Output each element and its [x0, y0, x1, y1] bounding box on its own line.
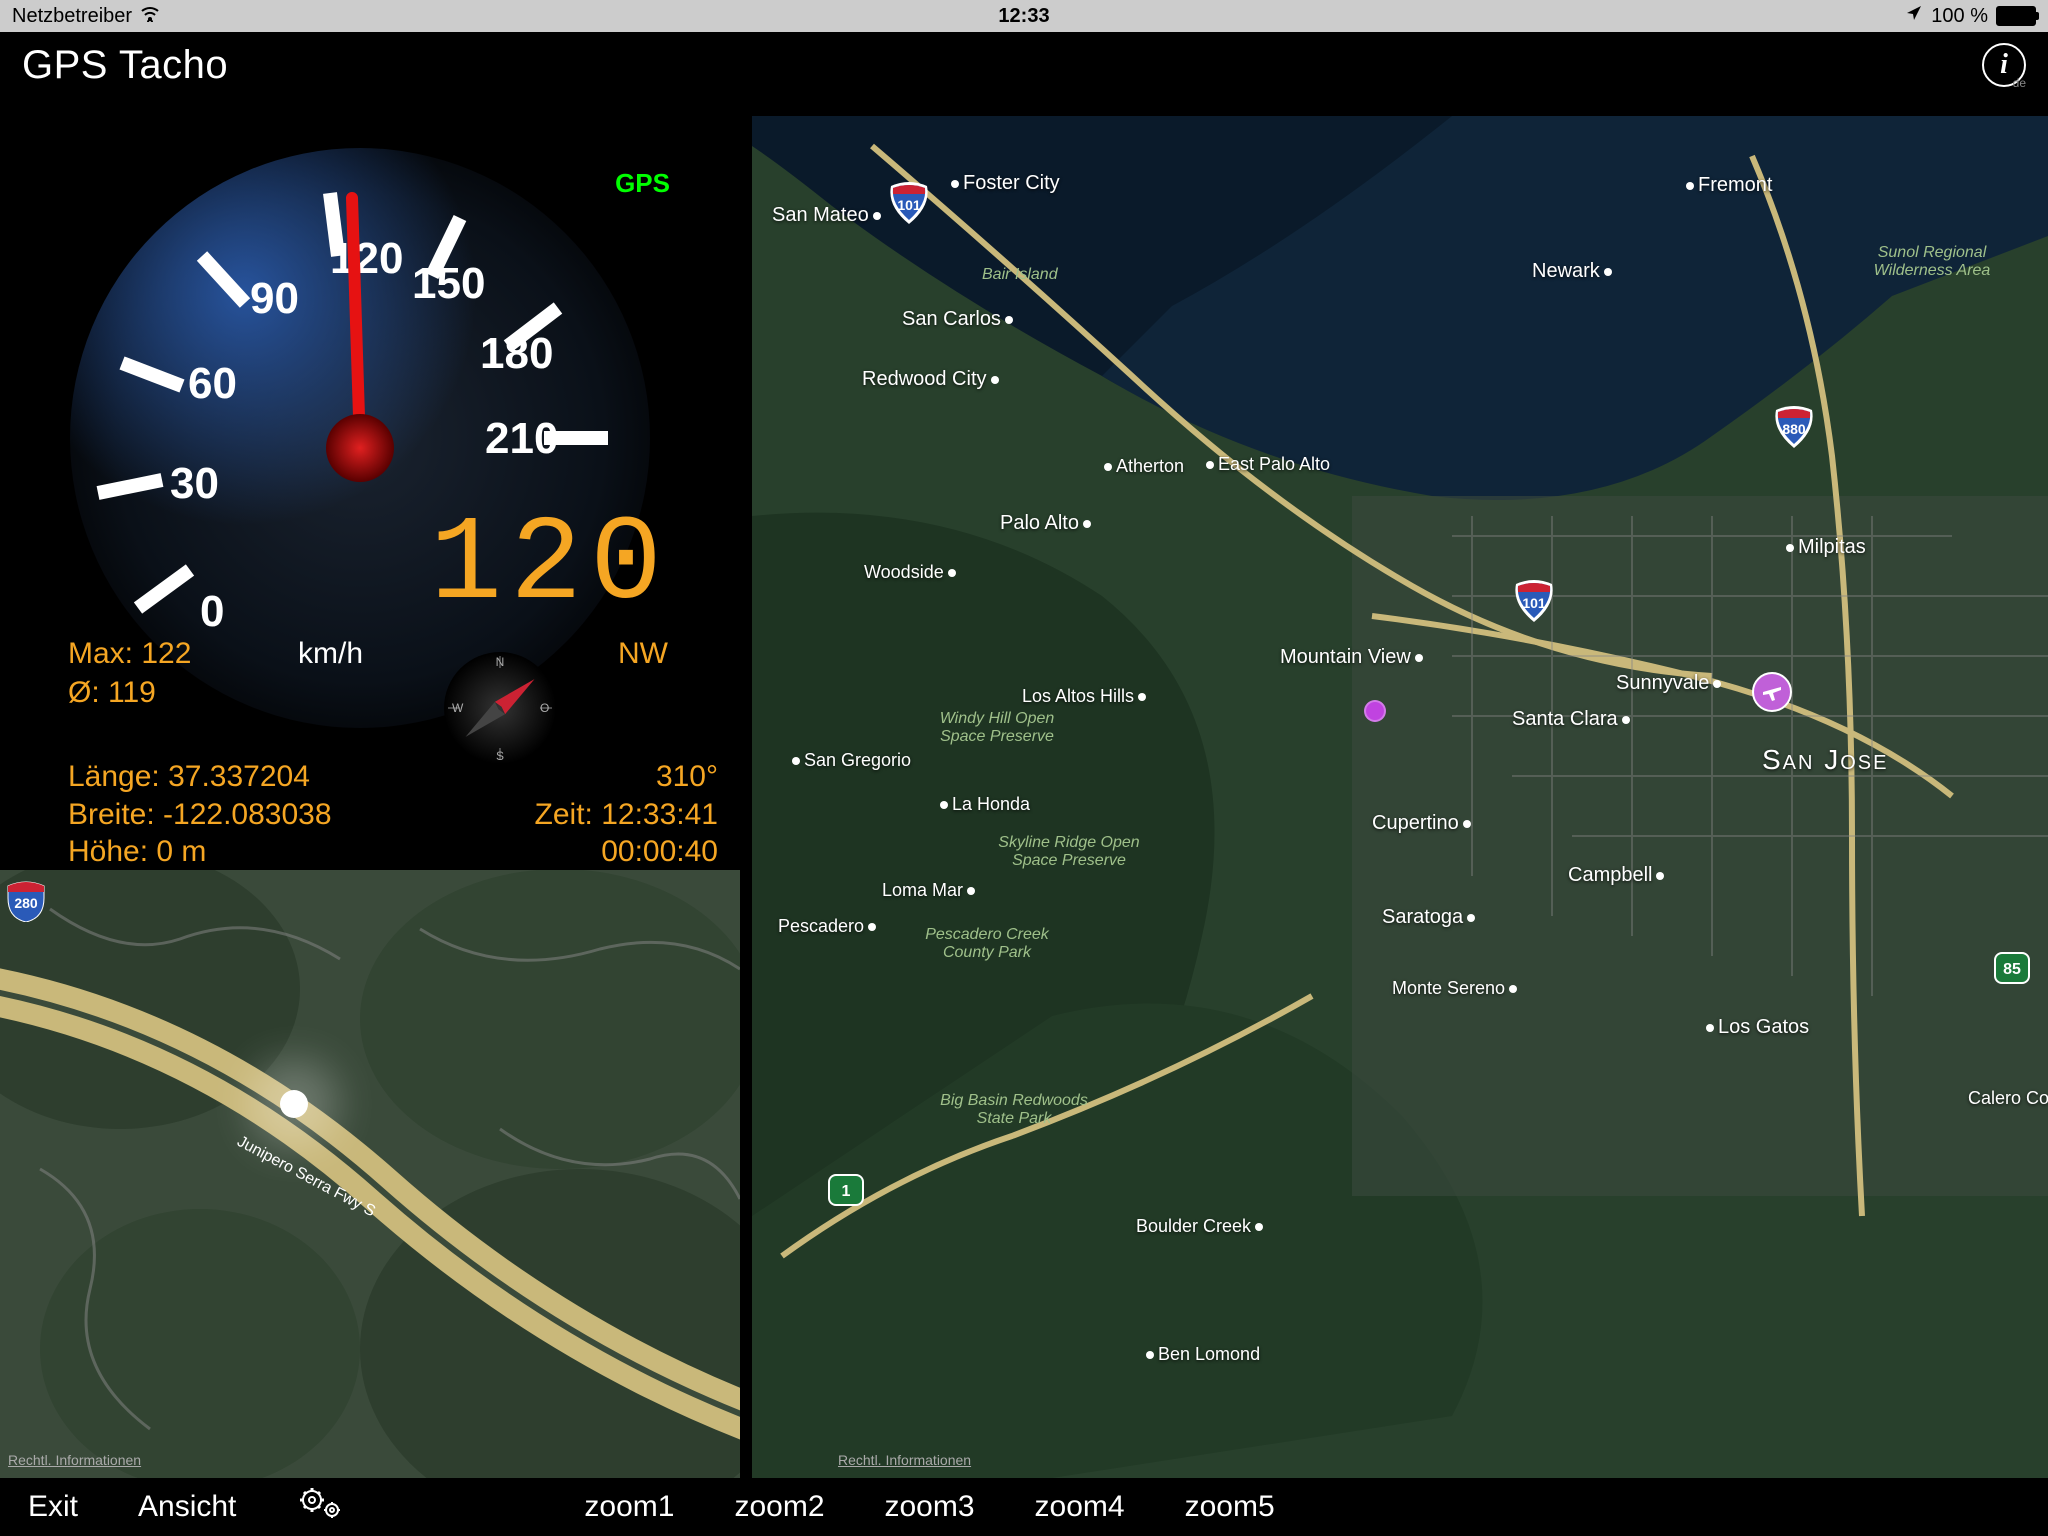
city-label: Newark [1532, 260, 1616, 283]
compass-direction: NW [598, 634, 668, 673]
svg-text:N: N [496, 655, 505, 669]
city-label: Saratoga [1382, 906, 1479, 929]
city-label: East Palo Alto [1202, 454, 1330, 475]
legal-link-minimap[interactable]: Rechtl. Informationen [8, 1452, 141, 1468]
svg-text:101: 101 [897, 197, 921, 213]
zoom2-button[interactable]: zoom2 [734, 1490, 824, 1524]
app-header: GPS Tacho i de [0, 32, 2048, 98]
svg-text:O: O [540, 701, 549, 715]
city-label: Monte Sereno [1392, 978, 1521, 999]
digital-speed: 120 [430, 498, 670, 634]
highway-shield-280: 280 [4, 878, 48, 922]
city-label: Ben Lomond [1142, 1344, 1260, 1365]
mini-map[interactable]: 280 Junipero Serra Fwy S Rechtl. Informa… [0, 870, 740, 1478]
city-label: Campbell [1568, 864, 1668, 887]
svg-text:880: 880 [1782, 421, 1806, 437]
svg-text:60: 60 [188, 359, 237, 408]
wifi-icon [140, 5, 160, 28]
altitude: Höhe: 0 m [68, 833, 332, 871]
city-label: Sunnyvale [1616, 672, 1725, 695]
svg-text:280: 280 [14, 895, 38, 911]
exit-button[interactable]: Exit [28, 1490, 78, 1524]
svg-text:90: 90 [250, 274, 299, 323]
time: Zeit: 12:33:41 [448, 796, 718, 834]
svg-text:85: 85 [2003, 961, 2021, 978]
city-label: Woodside [864, 562, 960, 583]
latitude: Breite: -122.083038 [68, 796, 332, 834]
city-label: Santa Clara [1512, 708, 1634, 731]
zoom5-button[interactable]: zoom5 [1185, 1490, 1275, 1524]
city-label: Calero Co [1968, 1088, 2048, 1109]
city-label: Cupertino [1372, 812, 1475, 835]
city-label: Milpitas [1782, 536, 1866, 559]
svg-text:180: 180 [480, 329, 553, 378]
zoom3-button[interactable]: zoom3 [885, 1490, 975, 1524]
svg-text:150: 150 [412, 259, 485, 308]
settings-button[interactable] [296, 1486, 344, 1528]
svg-text:W: W [452, 701, 464, 715]
svg-text:210: 210 [485, 414, 558, 463]
view-button[interactable]: Ansicht [138, 1490, 236, 1524]
speedometer-panel: GPS [0, 98, 740, 870]
battery-icon [1996, 6, 2036, 26]
city-label: Los Gatos [1702, 1016, 1809, 1039]
zoom4-button[interactable]: zoom4 [1035, 1490, 1125, 1524]
current-location-dot [280, 1090, 308, 1118]
legal-link-bigmap[interactable]: Rechtl. Informationen [838, 1452, 971, 1468]
elapsed: 00:00:40 [448, 833, 718, 871]
svg-text:1: 1 [842, 1183, 851, 1200]
status-bar: Netzbetreiber 12:33 100 % [0, 0, 2048, 32]
park-label: Pescadero Creek County Park [912, 926, 1062, 961]
highway-shield-880: 880 [1772, 404, 1816, 448]
park-label: Sunol Regional Wilderness Area [1852, 244, 2012, 279]
city-label: Loma Mar [882, 880, 979, 901]
city-label: San Gregorio [788, 750, 911, 771]
highway-shield-1: 1 [824, 1168, 868, 1212]
airport-icon [1752, 672, 1792, 712]
location-icon [1905, 4, 1923, 28]
highway-shield-101a: 101 [887, 180, 931, 224]
heading: 310° [448, 758, 718, 796]
app-title: GPS Tacho [22, 43, 228, 88]
carrier-label: Netzbetreiber [12, 5, 132, 28]
city-label: Fremont [1682, 174, 1772, 197]
city-label: San Mateo [772, 204, 885, 227]
city-label: Pescadero [778, 916, 880, 937]
park-label: Big Basin Redwoods State Park [924, 1092, 1104, 1127]
city-label: Los Altos Hills [1022, 686, 1150, 707]
speed-stats: Max: 122 Ø: 119 km/h NW [68, 634, 191, 712]
svg-text:101: 101 [1522, 595, 1546, 611]
speed-unit: km/h [298, 634, 363, 673]
highway-shield-85: 85 [1990, 946, 2034, 990]
svg-text:0: 0 [200, 587, 224, 636]
main-map[interactable]: 101 101 880 85 1 Foster City San Mateo F… [752, 116, 2048, 1478]
zoom1-button[interactable]: zoom1 [584, 1490, 674, 1524]
max-speed: Max: 122 [68, 634, 191, 673]
location-marker [1364, 700, 1386, 722]
bottom-toolbar: Exit Ansicht zoom1 zoom2 zoom3 zoom4 zoo… [0, 1478, 2048, 1536]
city-label: Foster City [947, 172, 1060, 195]
city-label: Redwood City [862, 368, 1003, 391]
longitude: Länge: 37.337204 [68, 758, 332, 796]
city-label: Atherton [1100, 456, 1184, 477]
city-label: Boulder Creek [1136, 1216, 1267, 1237]
city-label: Mountain View [1280, 646, 1427, 669]
battery-label: 100 % [1931, 5, 1988, 28]
park-label: Bair Island [982, 266, 1058, 284]
city-label: San Carlos [902, 308, 1017, 331]
city-label-sanjose: San Jose [1762, 744, 1888, 776]
city-label: La Honda [936, 794, 1030, 815]
park-label: Skyline Ridge Open Space Preserve [984, 834, 1154, 869]
coordinates: Länge: 37.337204 Breite: -122.083038 Höh… [68, 758, 332, 871]
avg-speed: Ø: 119 [68, 673, 191, 712]
svg-text:30: 30 [170, 459, 219, 508]
city-label: Palo Alto [1000, 512, 1095, 535]
park-label: Windy Hill Open Space Preserve [922, 710, 1072, 745]
compass-icon: N S W O [440, 648, 560, 768]
svg-text:120: 120 [330, 234, 403, 283]
gears-icon [296, 1486, 344, 1520]
highway-shield-101b: 101 [1512, 578, 1556, 622]
lang-label: de [2013, 76, 2026, 90]
clock: 12:33 [998, 5, 1049, 28]
